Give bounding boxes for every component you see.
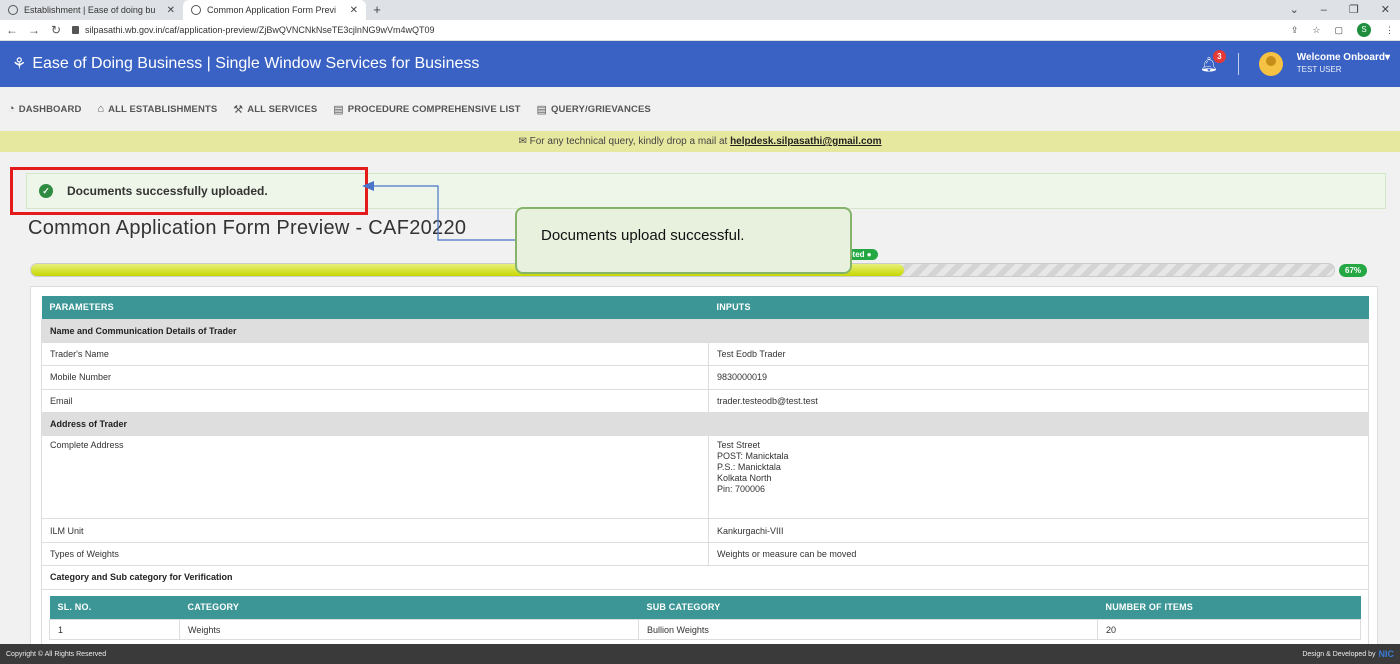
column-header: PARAMETERS	[41, 296, 709, 319]
subtable-row: SL. NO. CATEGORY SUB CATEGORY NUMBER OF …	[41, 588, 1369, 648]
address-line: Kolkata North	[717, 473, 772, 484]
category-cell: Weights	[179, 619, 639, 641]
column-header: SUB CATEGORY	[638, 595, 1098, 620]
table-row: Types of Weights Weights or measure can …	[41, 541, 1369, 567]
section-title: Name and Communication Details of Trader	[41, 318, 1369, 343]
column-header: NUMBER OF ITEMS	[1097, 595, 1361, 620]
param-cell: Email	[41, 388, 709, 414]
table-row: Mobile Number 9830000019	[41, 365, 1369, 390]
annotation-callout: Documents upload successful.	[515, 207, 852, 274]
subcategory-cell: Bullion Weights	[638, 619, 1098, 641]
column-header: INPUTS	[708, 296, 1369, 319]
param-cell: Mobile Number	[41, 365, 709, 390]
section-row: Category and Sub category for Verificati…	[41, 565, 1369, 590]
address-line: P.S.: Manicktala	[717, 462, 781, 473]
table-row: Complete Address Test Street POST: Manic…	[41, 435, 1369, 520]
address-line: Test Street	[717, 440, 761, 451]
column-header: SL. NO.	[49, 595, 180, 620]
nic-logo: NIC	[1378, 649, 1395, 659]
value-cell: 9830000019	[708, 365, 1369, 390]
subtable-header-row: SL. NO. CATEGORY SUB CATEGORY NUMBER OF …	[49, 595, 1361, 620]
category-table: SL. NO. CATEGORY SUB CATEGORY NUMBER OF …	[49, 595, 1361, 641]
section-row: Address of Trader	[41, 412, 1369, 437]
column-header: CATEGORY	[179, 595, 639, 620]
items-count-cell: 20	[1097, 619, 1361, 641]
table-row: ILM Unit Kankurgachi-VIII	[41, 518, 1369, 543]
copyright-text: Copyright © All Rights Reserved	[6, 650, 107, 658]
developer-text: Design & Developed by	[1302, 650, 1376, 658]
parameters-table: PARAMETERS INPUTS Name and Communication…	[41, 296, 1369, 648]
section-row: Name and Communication Details of Trader	[41, 318, 1369, 343]
value-cell: Kankurgachi-VIII	[708, 518, 1369, 543]
address-line: Pin: 700006	[717, 484, 766, 495]
value-cell: trader.testeodb@test.test	[708, 388, 1369, 414]
table-row: Email trader.testeodb@test.test	[41, 388, 1369, 414]
param-cell: Complete Address	[41, 435, 709, 520]
table-row: Trader's Name Test Eodb Trader	[41, 341, 1369, 367]
footer: Copyright © All Rights Reserved Design &…	[0, 644, 1400, 664]
param-cell: ILM Unit	[41, 518, 709, 543]
param-cell: Trader's Name	[41, 341, 709, 367]
value-cell: Test Eodb Trader	[708, 341, 1369, 367]
developer-credit: Design & Developed by NIC	[1302, 649, 1394, 659]
value-cell: Weights or measure can be moved	[708, 541, 1369, 567]
subtable-container: SL. NO. CATEGORY SUB CATEGORY NUMBER OF …	[41, 588, 1369, 648]
sl-no-cell: 1	[49, 619, 180, 641]
section-title: Address of Trader	[41, 412, 1369, 437]
section-title: Category and Sub category for Verificati…	[41, 565, 1369, 590]
param-cell: Types of Weights	[41, 541, 709, 567]
address-line: POST: Manicktala	[717, 451, 789, 462]
address-value-cell: Test Street POST: Manicktala P.S.: Manic…	[708, 435, 1369, 520]
table-header-row: PARAMETERS INPUTS	[41, 296, 1369, 319]
table-row: 1 Weights Bullion Weights 20	[49, 619, 1361, 641]
caf-preview-card: PARAMETERS INPUTS Name and Communication…	[30, 286, 1378, 656]
